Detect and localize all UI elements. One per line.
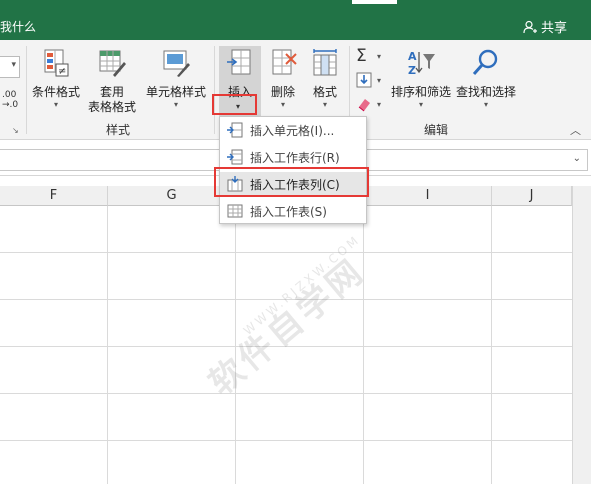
sort-filter-label: 排序和筛选 — [390, 85, 451, 99]
conditional-format-button[interactable]: ≠ 条件格式 ▾ — [30, 48, 82, 110]
title-bar: 我什么 共享 — [0, 0, 591, 40]
grid-line — [363, 206, 364, 484]
cell-styles-label: 单元格样式 — [145, 85, 206, 99]
vertical-scrollbar[interactable] — [572, 186, 591, 484]
number-group-launcher-icon[interactable]: ↘ — [12, 126, 19, 135]
delete-button[interactable]: 删除 ▾ — [263, 48, 303, 110]
find-select-label: 查找和选择 — [455, 85, 516, 99]
chevron-down-icon: ▾ — [11, 60, 16, 70]
menu-item-insert-cells[interactable]: 插入单元格(I)... — [220, 118, 366, 142]
svg-text:≠: ≠ — [58, 66, 66, 77]
svg-text:Z: Z — [408, 64, 416, 77]
number-format-dropdown[interactable]: ▾ — [0, 56, 20, 78]
sort-filter-icon: A Z — [408, 50, 435, 77]
grid-line — [107, 206, 108, 484]
insert-sheet-icon — [220, 199, 250, 223]
insert-cells-icon — [227, 49, 251, 75]
menu-item-insert-sheet[interactable]: 插入工作表(S) — [220, 199, 366, 223]
insert-dropdown-chevron-icon[interactable]: ▾ — [236, 102, 240, 111]
format-label: 格式 — [312, 85, 337, 99]
find-select-button[interactable]: 查找和选择 ▾ — [454, 48, 518, 110]
insert-columns-highlight — [214, 167, 369, 197]
insert-rows-icon — [220, 145, 250, 169]
chevron-down-icon: ▾ — [322, 100, 327, 109]
chevron-down-icon: ▾ — [53, 100, 58, 109]
sort-filter-button[interactable]: A Z 排序和筛选 ▾ — [389, 48, 453, 110]
chevron-down-icon: ▾ — [280, 100, 285, 109]
menu-item-label: 插入工作表(S) — [250, 204, 327, 219]
magnifier-icon — [472, 49, 498, 75]
watermark: 软件自学网 — [201, 250, 373, 404]
column-header-f[interactable]: F — [0, 186, 108, 206]
fill-icon[interactable] — [356, 72, 374, 88]
format-button[interactable]: 格式 ▾ — [305, 48, 345, 110]
tell-me-search[interactable]: 我什么 — [0, 18, 36, 35]
clear-eraser-icon[interactable] — [356, 96, 374, 112]
menu-item-label: 插入工作表行(R) — [250, 150, 340, 165]
share-label: 共享 — [540, 21, 567, 36]
cell-styles-button[interactable]: 单元格样式 ▾ — [144, 48, 208, 110]
share-button[interactable]: 共享 — [523, 17, 567, 36]
chevron-down-icon: ▾ — [483, 100, 488, 109]
chevron-down-icon: ▾ — [418, 100, 423, 109]
insert-cells-icon — [220, 118, 250, 142]
editing-group-label: 编辑 — [424, 123, 449, 137]
grid-line — [0, 252, 572, 253]
group-separator — [214, 46, 215, 134]
menu-item-label: 插入单元格(I)... — [250, 123, 335, 138]
title-bar-indicator — [352, 0, 397, 4]
conditional-format-icon: ≠ — [44, 49, 69, 77]
format-as-table-icon — [99, 50, 126, 77]
column-header-j[interactable]: J — [492, 186, 572, 206]
group-separator — [26, 46, 27, 134]
chevron-down-icon[interactable]: ▾ — [377, 100, 381, 109]
grid-line — [0, 393, 572, 394]
increase-decimal-label: .00 — [2, 90, 17, 100]
autosum-icon[interactable]: Σ — [356, 48, 374, 65]
styles-group-label: 样式 — [106, 123, 131, 137]
decimal-buttons[interactable]: .00 →.0 — [2, 90, 18, 110]
chevron-down-icon: ▾ — [130, 102, 135, 111]
chevron-down-icon[interactable]: ⌄ — [573, 153, 581, 164]
cell-styles-icon — [163, 50, 190, 77]
insert-dropdown-highlight — [212, 94, 257, 115]
delete-label: 删除 — [270, 85, 295, 99]
grid-line — [0, 440, 572, 441]
svg-text:A: A — [408, 50, 417, 63]
person-icon — [523, 20, 537, 33]
chevron-down-icon[interactable]: ▾ — [377, 76, 381, 85]
chevron-down-icon: ▾ — [173, 100, 178, 109]
format-as-table-label-1: 套用 — [99, 85, 124, 99]
grid-line — [491, 206, 492, 484]
chevron-down-icon[interactable]: ▾ — [377, 52, 381, 61]
insert-button[interactable]: 插入 — [219, 48, 261, 100]
format-cells-icon — [313, 49, 337, 76]
delete-cells-icon — [272, 49, 297, 75]
decrease-decimal-label: →.0 — [2, 100, 19, 110]
conditional-format-label: 条件格式 — [31, 85, 80, 99]
column-header-i[interactable]: I — [364, 186, 492, 206]
collapse-ribbon-icon[interactable]: ︿ — [570, 122, 581, 138]
menu-item-insert-rows[interactable]: 插入工作表行(R) — [220, 145, 366, 169]
